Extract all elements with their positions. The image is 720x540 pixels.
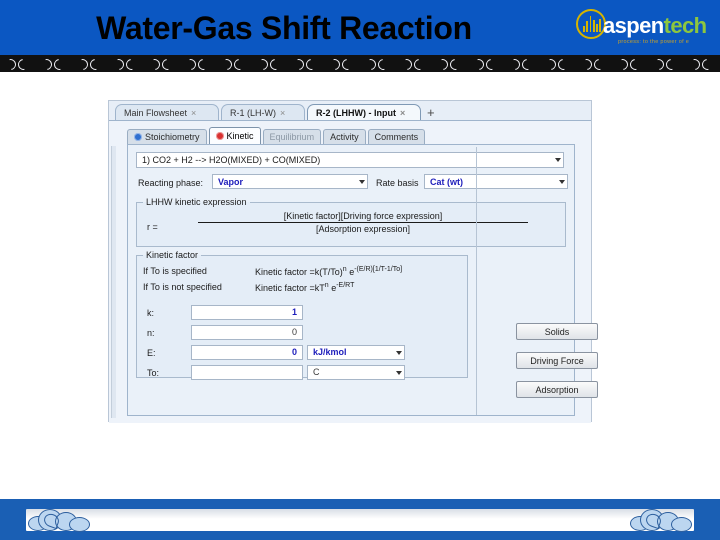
group-legend: LHHW kinetic expression bbox=[146, 197, 247, 207]
field-label: n: bbox=[147, 328, 155, 338]
close-icon[interactable]: × bbox=[280, 108, 285, 118]
aspentech-logo: aspentech process: to the power of e bbox=[572, 8, 718, 52]
band-pattern bbox=[0, 55, 720, 72]
cloud-ornament-left-icon bbox=[28, 508, 90, 532]
fraction-numerator: [Kinetic factor][Driving force expressio… bbox=[283, 211, 443, 221]
tab-label: Equilibrium bbox=[269, 132, 315, 142]
page-title: Water-Gas Shift Reaction bbox=[96, 10, 472, 46]
slide-header: Water-Gas Shift Reaction aspentech proce… bbox=[0, 0, 720, 55]
field-label: To: bbox=[147, 368, 160, 378]
red-half-circle-icon bbox=[215, 132, 224, 140]
decorative-band bbox=[0, 55, 720, 72]
n-input[interactable]: 0 bbox=[191, 325, 303, 340]
reacting-phase-select[interactable]: Vapor bbox=[212, 174, 368, 189]
tab-label: Stoichiometry bbox=[145, 132, 200, 142]
e-unit-select[interactable]: kJ/kmol bbox=[307, 345, 405, 360]
k-input[interactable]: 1 bbox=[191, 305, 303, 320]
kinetic-factor-line-2: If To is not specified Kinetic factor =k… bbox=[143, 282, 354, 293]
condition-label: If To is specified bbox=[143, 266, 207, 276]
chevron-down-icon[interactable] bbox=[396, 370, 402, 375]
close-icon[interactable]: × bbox=[400, 108, 405, 118]
window-body: Stoichiometry Kinetic Equilibrium Activi… bbox=[109, 121, 598, 423]
reaction-select-value: 1) CO2 + H2 --> H2O(MIXED) + CO(MIXED) bbox=[142, 155, 321, 165]
adsorption-button[interactable]: Adsorption bbox=[516, 381, 598, 398]
to-unit-value: C bbox=[313, 367, 320, 377]
rate-equation: r = [Kinetic factor][Driving force expre… bbox=[147, 211, 557, 245]
tab-kinetic[interactable]: Kinetic bbox=[208, 127, 261, 144]
tab-label: Activity bbox=[330, 132, 359, 142]
reaction-select[interactable]: 1) CO2 + H2 --> H2O(MIXED) + CO(MIXED) bbox=[136, 152, 564, 168]
tab-activity[interactable]: Activity bbox=[323, 129, 366, 144]
driving-force-button[interactable]: Driving Force bbox=[516, 352, 598, 369]
window-tab-r2-input[interactable]: R-2 (LHHW) - Input × bbox=[307, 104, 421, 120]
window-tab-r1[interactable]: R-1 (LH-W) × bbox=[221, 104, 305, 120]
lhhw-kinetic-expression-group: LHHW kinetic expression r = [Kinetic fac… bbox=[136, 197, 566, 247]
aspen-plus-window: Main Flowsheet × R-1 (LH-W) × R-2 (LHHW)… bbox=[108, 100, 598, 423]
window-tab-label: R-2 (LHHW) - Input bbox=[316, 107, 396, 118]
rate-symbol: r = bbox=[147, 222, 158, 232]
rate-basis-label: Rate basis bbox=[376, 178, 419, 188]
rate-basis-select[interactable]: Cat (wt) bbox=[424, 174, 568, 189]
formula-exponent-n: n bbox=[342, 266, 347, 273]
formula-base: Kinetic factor =kT bbox=[255, 283, 325, 293]
field-row-k: k: 1 bbox=[143, 304, 459, 324]
window-tab-main-flowsheet[interactable]: Main Flowsheet × bbox=[115, 104, 219, 120]
fraction-denominator: [Adsorption expression] bbox=[315, 224, 411, 234]
reacting-phase-label: Reacting phase: bbox=[138, 178, 204, 188]
chevron-down-icon[interactable] bbox=[559, 179, 565, 184]
to-input[interactable] bbox=[191, 365, 303, 380]
window-tab-bar: Main Flowsheet × R-1 (LH-W) × R-2 (LHHW)… bbox=[109, 101, 591, 121]
reacting-phase-value: Vapor bbox=[218, 176, 244, 187]
formula-exponent-n: n bbox=[324, 282, 329, 289]
chevron-down-icon[interactable] bbox=[396, 350, 402, 355]
footer-bar bbox=[26, 509, 694, 531]
logo-word-aspen: aspen bbox=[603, 13, 664, 38]
phase-basis-row: Reacting phase: Vapor Rate basis Cat (wt… bbox=[136, 174, 568, 190]
tab-comments[interactable]: Comments bbox=[367, 129, 426, 144]
blue-circle-check-icon bbox=[134, 133, 142, 141]
logo-wordmark: aspentech bbox=[603, 13, 707, 39]
kinetic-factor-line-1: If To is specified Kinetic factor =k(T/T… bbox=[143, 266, 402, 277]
chevron-down-icon[interactable] bbox=[359, 179, 365, 184]
field-row-to: To: C bbox=[143, 364, 459, 384]
window-tab-label: Main Flowsheet bbox=[124, 107, 188, 118]
e-unit-value: kJ/kmol bbox=[313, 347, 347, 357]
logo-tagline: process: to the power of e bbox=[618, 39, 690, 45]
chevron-down-icon[interactable] bbox=[555, 158, 561, 162]
solids-button[interactable]: Solids bbox=[516, 323, 598, 340]
to-unit-select[interactable]: C bbox=[307, 365, 405, 380]
field-row-n: n: 0 bbox=[143, 324, 459, 344]
panel-divider bbox=[476, 147, 477, 415]
group-legend: Kinetic factor bbox=[146, 250, 199, 260]
kinetic-form-panel: 1) CO2 + H2 --> H2O(MIXED) + CO(MIXED) R… bbox=[127, 144, 598, 416]
e-input[interactable]: 0 bbox=[191, 345, 303, 360]
slide: Water-Gas Shift Reaction aspentech proce… bbox=[0, 0, 720, 540]
logo-word-tech: tech bbox=[663, 13, 707, 38]
tab-label: Kinetic bbox=[226, 131, 254, 141]
close-icon[interactable]: × bbox=[191, 108, 196, 118]
rate-basis-value: Cat (wt) bbox=[430, 176, 463, 187]
vertical-scrollbar[interactable] bbox=[111, 146, 116, 418]
formula-base: Kinetic factor =k(T/To) bbox=[255, 267, 343, 277]
logo-soundwave-icon bbox=[583, 15, 601, 32]
new-tab-plus-icon[interactable]: + bbox=[427, 104, 435, 120]
formula: Kinetic factor =kTn e-E/RT bbox=[255, 282, 354, 293]
formula-exponent-arrhenius: -E/RT bbox=[336, 282, 355, 289]
tab-label: Comments bbox=[374, 132, 419, 142]
cloud-ornament-right-icon bbox=[630, 508, 692, 532]
kinetic-parameter-fields: k: 1 n: 0 E: 0 kJ/kmol To: C bbox=[143, 304, 459, 384]
formula: Kinetic factor =k(T/To)n e-(E/R)[1/T-1/T… bbox=[255, 266, 402, 277]
window-tab-label: R-1 (LH-W) bbox=[230, 107, 276, 118]
form-tab-strip: Stoichiometry Kinetic Equilibrium Activi… bbox=[127, 127, 427, 144]
fraction: [Kinetic factor][Driving force expressio… bbox=[171, 211, 555, 234]
kinetic-factor-group: Kinetic factor If To is specified Kineti… bbox=[136, 250, 468, 380]
field-label: k: bbox=[147, 308, 155, 318]
field-label: E: bbox=[147, 348, 156, 358]
formula-exponent-arrhenius: -(E/R)[1/T-1/To] bbox=[354, 266, 403, 273]
slide-footer bbox=[0, 499, 720, 540]
condition-label: If To is not specified bbox=[143, 282, 222, 292]
tab-equilibrium[interactable]: Equilibrium bbox=[262, 129, 322, 144]
tab-stoichiometry[interactable]: Stoichiometry bbox=[127, 129, 207, 144]
field-row-e: E: 0 kJ/kmol bbox=[143, 344, 459, 364]
